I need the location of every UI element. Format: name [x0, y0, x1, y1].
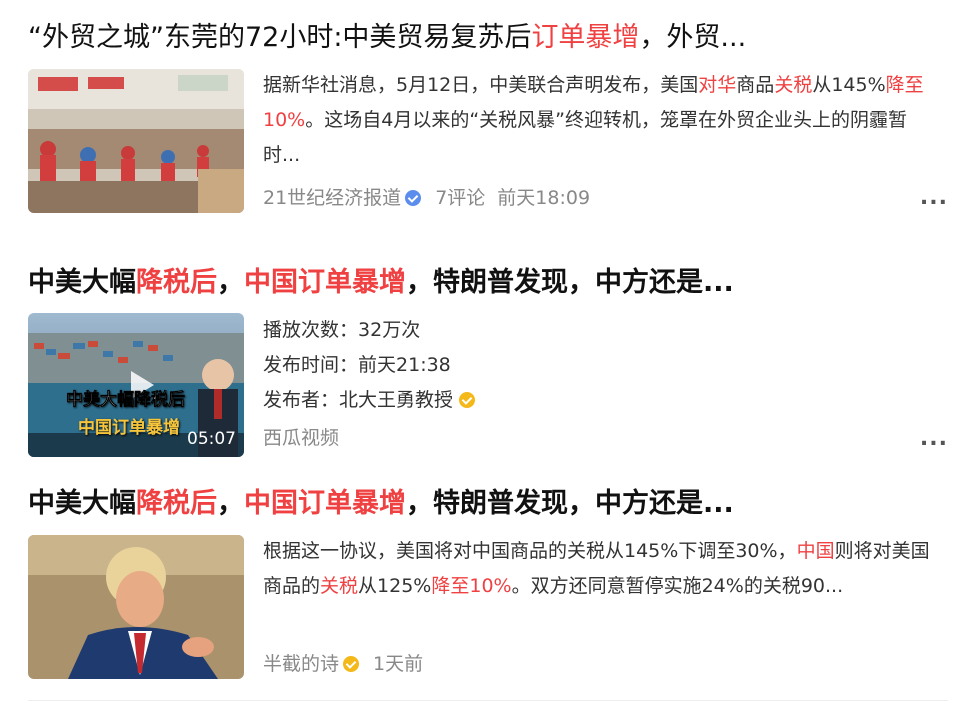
text-run: ，特朗普发现，中方还是... — [406, 267, 734, 298]
text-run: 。双方还同意暂停实施24%的关税90... — [511, 575, 844, 597]
search-result-2[interactable]: 中美大幅降税后，中国订单暴增，特朗普发现，中方还是... 中美大幅降税后 中国订… — [28, 265, 948, 465]
publish-time: 前天18:09 — [497, 187, 591, 209]
text-run: 从145% — [812, 74, 886, 96]
highlighted-keyword: 关税 — [320, 575, 359, 597]
highlighted-keyword: 降税后 — [136, 488, 217, 519]
highlighted-keyword: 降至10% — [431, 575, 512, 597]
text-run: ，特朗普发现，中方还是... — [406, 488, 734, 519]
factory-photo — [28, 69, 244, 213]
text-run: ，外贸... — [639, 22, 747, 53]
text-run: 中美大幅 — [28, 267, 136, 298]
source-name[interactable]: 西瓜视频 — [263, 427, 339, 449]
verified-icon — [405, 190, 422, 206]
text-run: “外贸之城”东莞的72小时:中美贸易复苏后 — [28, 22, 532, 53]
divider — [28, 700, 948, 701]
publisher-name[interactable]: 北大王勇教授 — [339, 389, 453, 411]
text-run: 中美大幅 — [28, 488, 136, 519]
video-info: 播放次数：32万次 发布时间：前天21:38 发布者：北大王勇教授 — [263, 313, 943, 418]
result-title[interactable]: “外贸之城”东莞的72小时:中美贸易复苏后订单暴增，外贸... — [28, 20, 948, 56]
highlighted-keyword: 关税 — [774, 74, 813, 96]
comment-count[interactable]: 7评论 — [435, 187, 485, 209]
video-overlay-title: 中美大幅降税后 — [66, 390, 186, 411]
video-thumbnail[interactable]: 中美大幅降税后 中国订单暴增 05:07 — [28, 313, 244, 457]
verified-icon — [343, 656, 360, 672]
result-snippet: 据新华社消息，5月12日，中美联合声明发布，美国对华商品关税从145%降至10%… — [263, 68, 943, 173]
search-result-1[interactable]: “外贸之城”东莞的72小时:中美贸易复苏后订单暴增，外贸... 据新华社消息，5… — [28, 20, 948, 220]
highlighted-keyword: 订单暴增 — [531, 22, 640, 53]
text-run: 从125% — [358, 575, 432, 597]
trump-photo — [28, 535, 244, 679]
highlighted-keyword: 中国 — [796, 540, 835, 562]
more-options-icon[interactable]: ... — [920, 428, 948, 450]
highlighted-keyword: 降税后 — [136, 267, 217, 298]
result-meta: 半截的诗 1天前 — [263, 651, 435, 677]
text-run: ， — [217, 488, 244, 519]
plays-label: 播放次数： — [263, 319, 359, 341]
publish-label: 发布时间： — [263, 354, 359, 376]
text-run: 据新华社消息，5月12日，中美联合声明发布，美国 — [263, 74, 699, 96]
source-name[interactable]: 半截的诗 — [263, 653, 339, 675]
text-run: ， — [217, 267, 244, 298]
result-thumbnail[interactable] — [28, 535, 244, 679]
highlighted-keyword: 中国订单暴增 — [244, 488, 406, 519]
result-title[interactable]: 中美大幅降税后，中国订单暴增，特朗普发现，中方还是... — [28, 265, 948, 301]
publisher-label: 发布者： — [263, 389, 340, 411]
highlighted-keyword: 对华 — [698, 74, 737, 96]
result-title[interactable]: 中美大幅降税后，中国订单暴增，特朗普发现，中方还是... — [28, 486, 948, 522]
result-snippet: 根据这一协议，美国将对中国商品的关税从145%下调至30%，中国则将对美国商品的… — [263, 534, 943, 604]
play-count: 32万次 — [358, 319, 421, 341]
result-thumbnail[interactable] — [28, 69, 244, 213]
result-meta: 21世纪经济报道 7评论 前天18:09 — [263, 185, 602, 211]
text-run: 根据这一协议，美国将对中国商品的关税从145%下调至30%， — [263, 540, 797, 562]
publish-time: 前天21:38 — [358, 354, 451, 376]
video-overlay-subtitle: 中国订单暴增 — [78, 418, 180, 438]
text-run: 。这场自4月以来的“关税风暴”终迎转机，笼罩在外贸企业头上的阴霾暂时... — [263, 109, 908, 166]
highlighted-keyword: 中国订单暴增 — [244, 267, 406, 298]
publish-time: 1天前 — [373, 653, 424, 675]
verified-icon — [459, 392, 476, 408]
video-duration: 05:07 — [187, 429, 236, 449]
search-result-3[interactable]: 中美大幅降税后，中国订单暴增，特朗普发现，中方还是... 根据这一协议，美国将对… — [28, 486, 948, 686]
text-run: 商品 — [736, 74, 775, 96]
source-name[interactable]: 21世纪经济报道 — [263, 187, 401, 209]
more-options-icon[interactable]: ... — [920, 187, 948, 209]
result-meta: 西瓜视频 — [263, 425, 351, 451]
